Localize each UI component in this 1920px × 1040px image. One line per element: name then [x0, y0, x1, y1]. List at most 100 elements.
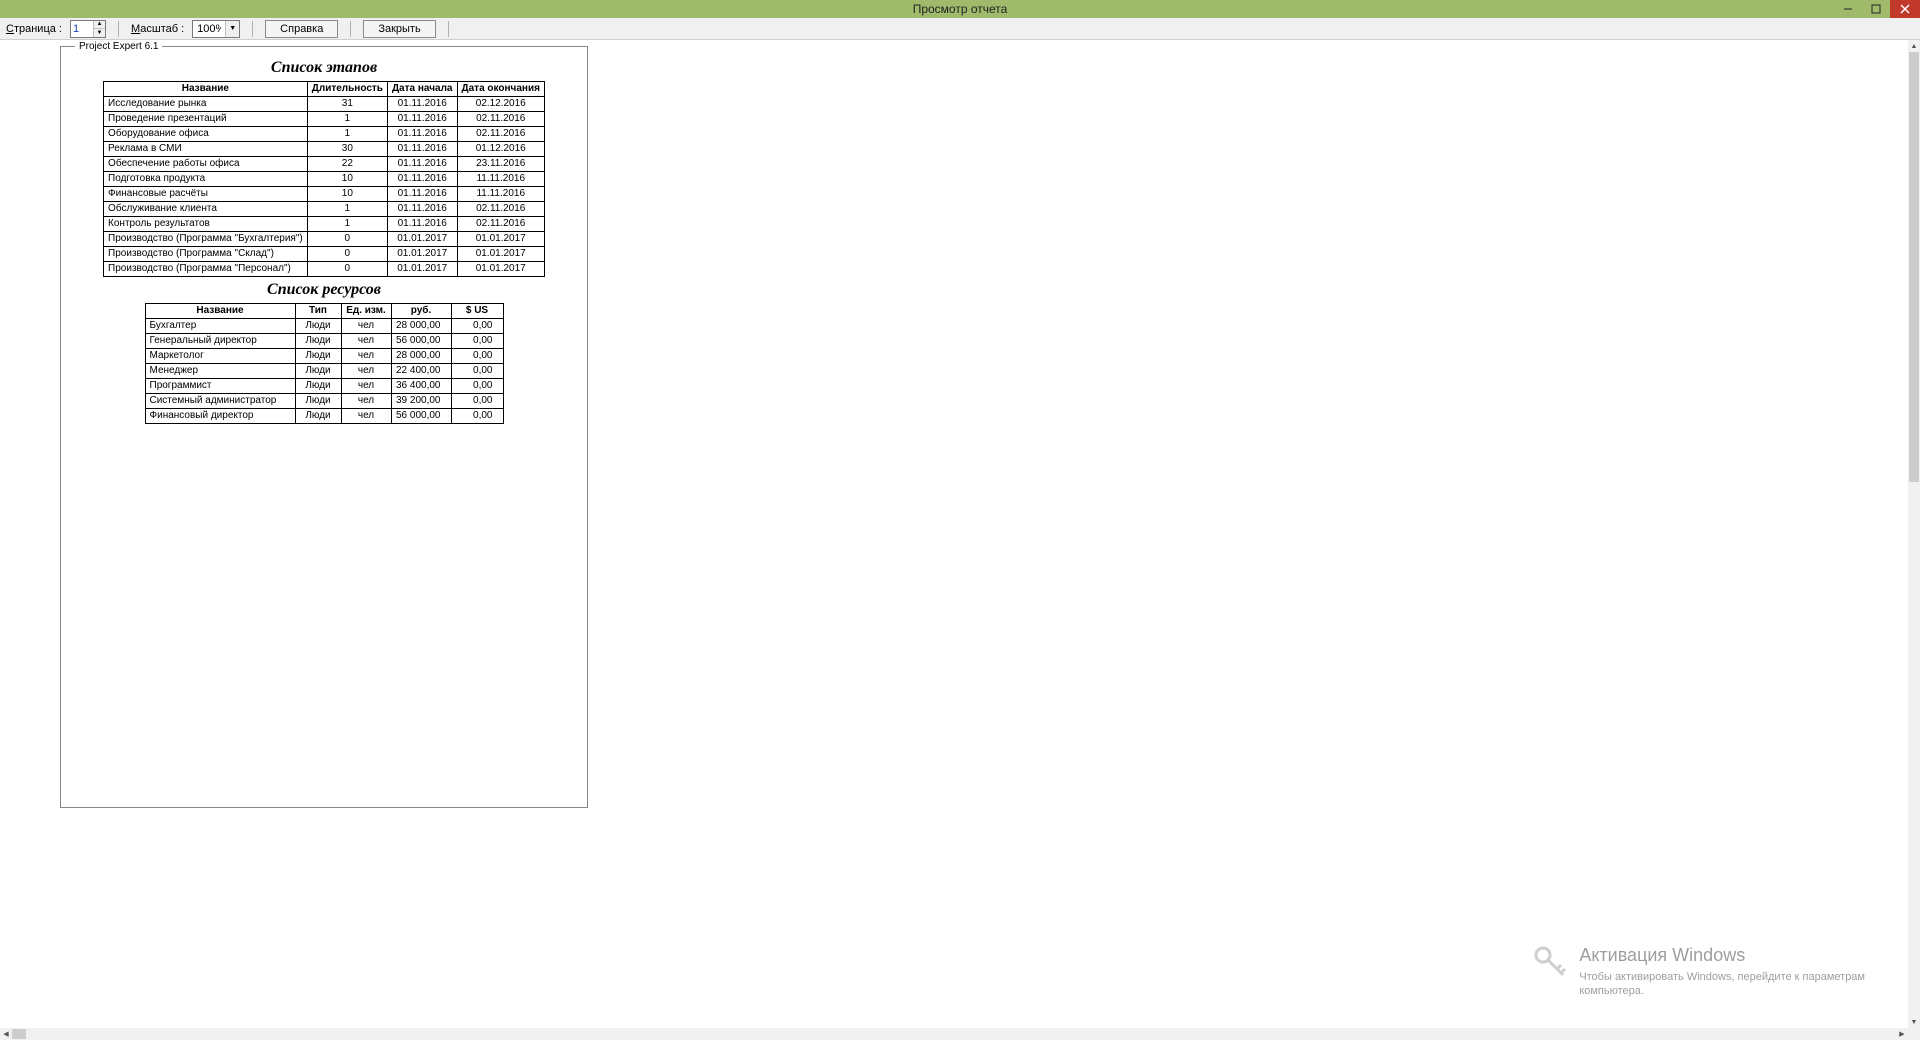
- resource-unit: чел: [341, 319, 391, 334]
- page-legend: Project Expert 6.1: [75, 41, 162, 52]
- stage-end: 01.01.2017: [457, 262, 544, 277]
- scroll-corner: [1908, 1028, 1920, 1040]
- vscroll-thumb[interactable]: [1909, 52, 1919, 482]
- toolbar-separator: [448, 21, 449, 37]
- zoom-input[interactable]: [193, 23, 225, 35]
- resource-type: Люди: [295, 319, 341, 334]
- stage-start: 01.11.2016: [387, 217, 457, 232]
- stages-header-start: Дата начала: [387, 82, 457, 97]
- page-spin-down[interactable]: ▼: [94, 28, 105, 37]
- table-row: Генеральный директорЛюдичел56 000,000,00: [145, 334, 503, 349]
- hscroll-thumb[interactable]: [12, 1029, 26, 1039]
- table-row: Оборудование офиса101.11.201602.11.2016: [104, 127, 545, 142]
- stage-name: Производство (Программа "Склад"): [104, 247, 308, 262]
- stages-table-body: Исследование рынка3101.11.201602.12.2016…: [104, 97, 545, 277]
- resource-rub: 22 400,00: [391, 364, 451, 379]
- page-input[interactable]: [71, 21, 93, 37]
- vertical-scrollbar[interactable]: ▲ ▼: [1908, 40, 1920, 1028]
- resource-type: Люди: [295, 349, 341, 364]
- window-titlebar: Просмотр отчета: [0, 0, 1920, 18]
- stage-name: Финансовые расчёты: [104, 187, 308, 202]
- resources-table-body: БухгалтерЛюдичел28 000,000,00Генеральный…: [145, 319, 503, 424]
- table-row: БухгалтерЛюдичел28 000,000,00: [145, 319, 503, 334]
- windows-activation-watermark: Активация Windows Чтобы активировать Win…: [1533, 945, 1865, 998]
- stage-start: 01.11.2016: [387, 157, 457, 172]
- stage-end: 02.11.2016: [457, 202, 544, 217]
- help-button[interactable]: Справка: [265, 20, 338, 38]
- stage-name: Проведение презентаций: [104, 112, 308, 127]
- resource-rub: 56 000,00: [391, 409, 451, 424]
- stage-duration: 10: [307, 172, 387, 187]
- resources-table-head: Название Тип Ед. изм. руб. $ US: [145, 304, 503, 319]
- stage-name: Обеспечение работы офиса: [104, 157, 308, 172]
- stage-start: 01.11.2016: [387, 187, 457, 202]
- stage-name: Контроль результатов: [104, 217, 308, 232]
- page-spin-up[interactable]: ▲: [94, 21, 105, 29]
- toolbar-separator: [118, 21, 119, 37]
- stage-start: 01.11.2016: [387, 142, 457, 157]
- resource-type: Люди: [295, 334, 341, 349]
- hscroll-track[interactable]: [12, 1028, 1896, 1040]
- stage-end: 02.11.2016: [457, 217, 544, 232]
- stage-end: 02.12.2016: [457, 97, 544, 112]
- vscroll-track[interactable]: [1908, 52, 1920, 1016]
- stage-end: 02.11.2016: [457, 127, 544, 142]
- horizontal-scrollbar[interactable]: ◀ ▶: [0, 1028, 1920, 1040]
- maximize-icon: [1871, 4, 1881, 14]
- table-row: Финансовый директорЛюдичел56 000,000,00: [145, 409, 503, 424]
- stages-title: Список этапов: [69, 59, 579, 77]
- stage-end: 01.12.2016: [457, 142, 544, 157]
- resource-type: Люди: [295, 364, 341, 379]
- stage-duration: 22: [307, 157, 387, 172]
- resources-header-rub: руб.: [391, 304, 451, 319]
- table-row: Системный администраторЛюдичел39 200,000…: [145, 394, 503, 409]
- table-row: МенеджерЛюдичел22 400,000,00: [145, 364, 503, 379]
- stage-duration: 31: [307, 97, 387, 112]
- resource-name: Маркетолог: [145, 349, 295, 364]
- close-icon: [1900, 4, 1910, 14]
- stages-table: Название Длительность Дата начала Дата о…: [103, 81, 545, 277]
- scroll-down-arrow[interactable]: ▼: [1908, 1016, 1920, 1028]
- stage-name: Оборудование офиса: [104, 127, 308, 142]
- stage-duration: 10: [307, 187, 387, 202]
- stages-header-name: Название: [104, 82, 308, 97]
- toolbar-separator: [350, 21, 351, 37]
- watermark-title: Активация Windows: [1579, 945, 1865, 966]
- resource-rub: 56 000,00: [391, 334, 451, 349]
- scroll-left-arrow[interactable]: ◀: [0, 1028, 12, 1040]
- page-spinner[interactable]: ▲ ▼: [70, 20, 106, 38]
- scroll-up-arrow[interactable]: ▲: [1908, 40, 1920, 52]
- stage-name: Производство (Программа "Бухгалтерия"): [104, 232, 308, 247]
- stage-end: 01.01.2017: [457, 232, 544, 247]
- resource-name: Системный администратор: [145, 394, 295, 409]
- table-row: Проведение презентаций101.11.201602.11.2…: [104, 112, 545, 127]
- resources-title: Список ресурсов: [69, 281, 579, 299]
- stage-start: 01.11.2016: [387, 202, 457, 217]
- close-window-button[interactable]: [1890, 0, 1920, 18]
- table-row: Обеспечение работы офиса2201.11.201623.1…: [104, 157, 545, 172]
- table-row: ПрограммистЛюдичел36 400,000,00: [145, 379, 503, 394]
- report-viewport: Project Expert 6.1 Список этапов Названи…: [0, 40, 1920, 1028]
- minimize-icon: [1843, 4, 1853, 14]
- zoom-dropdown-icon[interactable]: ▼: [225, 21, 239, 37]
- table-row: Реклама в СМИ3001.11.201601.12.2016: [104, 142, 545, 157]
- resource-name: Финансовый директор: [145, 409, 295, 424]
- resource-unit: чел: [341, 394, 391, 409]
- stage-start: 01.01.2017: [387, 247, 457, 262]
- close-button[interactable]: Закрыть: [363, 20, 435, 38]
- maximize-button[interactable]: [1862, 0, 1890, 18]
- stage-start: 01.11.2016: [387, 172, 457, 187]
- report-page-frame: Project Expert 6.1 Список этапов Названи…: [60, 46, 588, 808]
- page-label: Страница :: [6, 23, 62, 35]
- table-row: Обслуживание клиента101.11.201602.11.201…: [104, 202, 545, 217]
- stage-duration: 30: [307, 142, 387, 157]
- stage-name: Подготовка продукта: [104, 172, 308, 187]
- stage-end: 11.11.2016: [457, 172, 544, 187]
- window-title: Просмотр отчета: [913, 2, 1008, 16]
- resource-usd: 0,00: [451, 319, 503, 334]
- stages-header-end: Дата окончания: [457, 82, 544, 97]
- minimize-button[interactable]: [1834, 0, 1862, 18]
- resource-name: Бухгалтер: [145, 319, 295, 334]
- scroll-right-arrow[interactable]: ▶: [1896, 1028, 1908, 1040]
- zoom-select[interactable]: ▼: [192, 20, 240, 38]
